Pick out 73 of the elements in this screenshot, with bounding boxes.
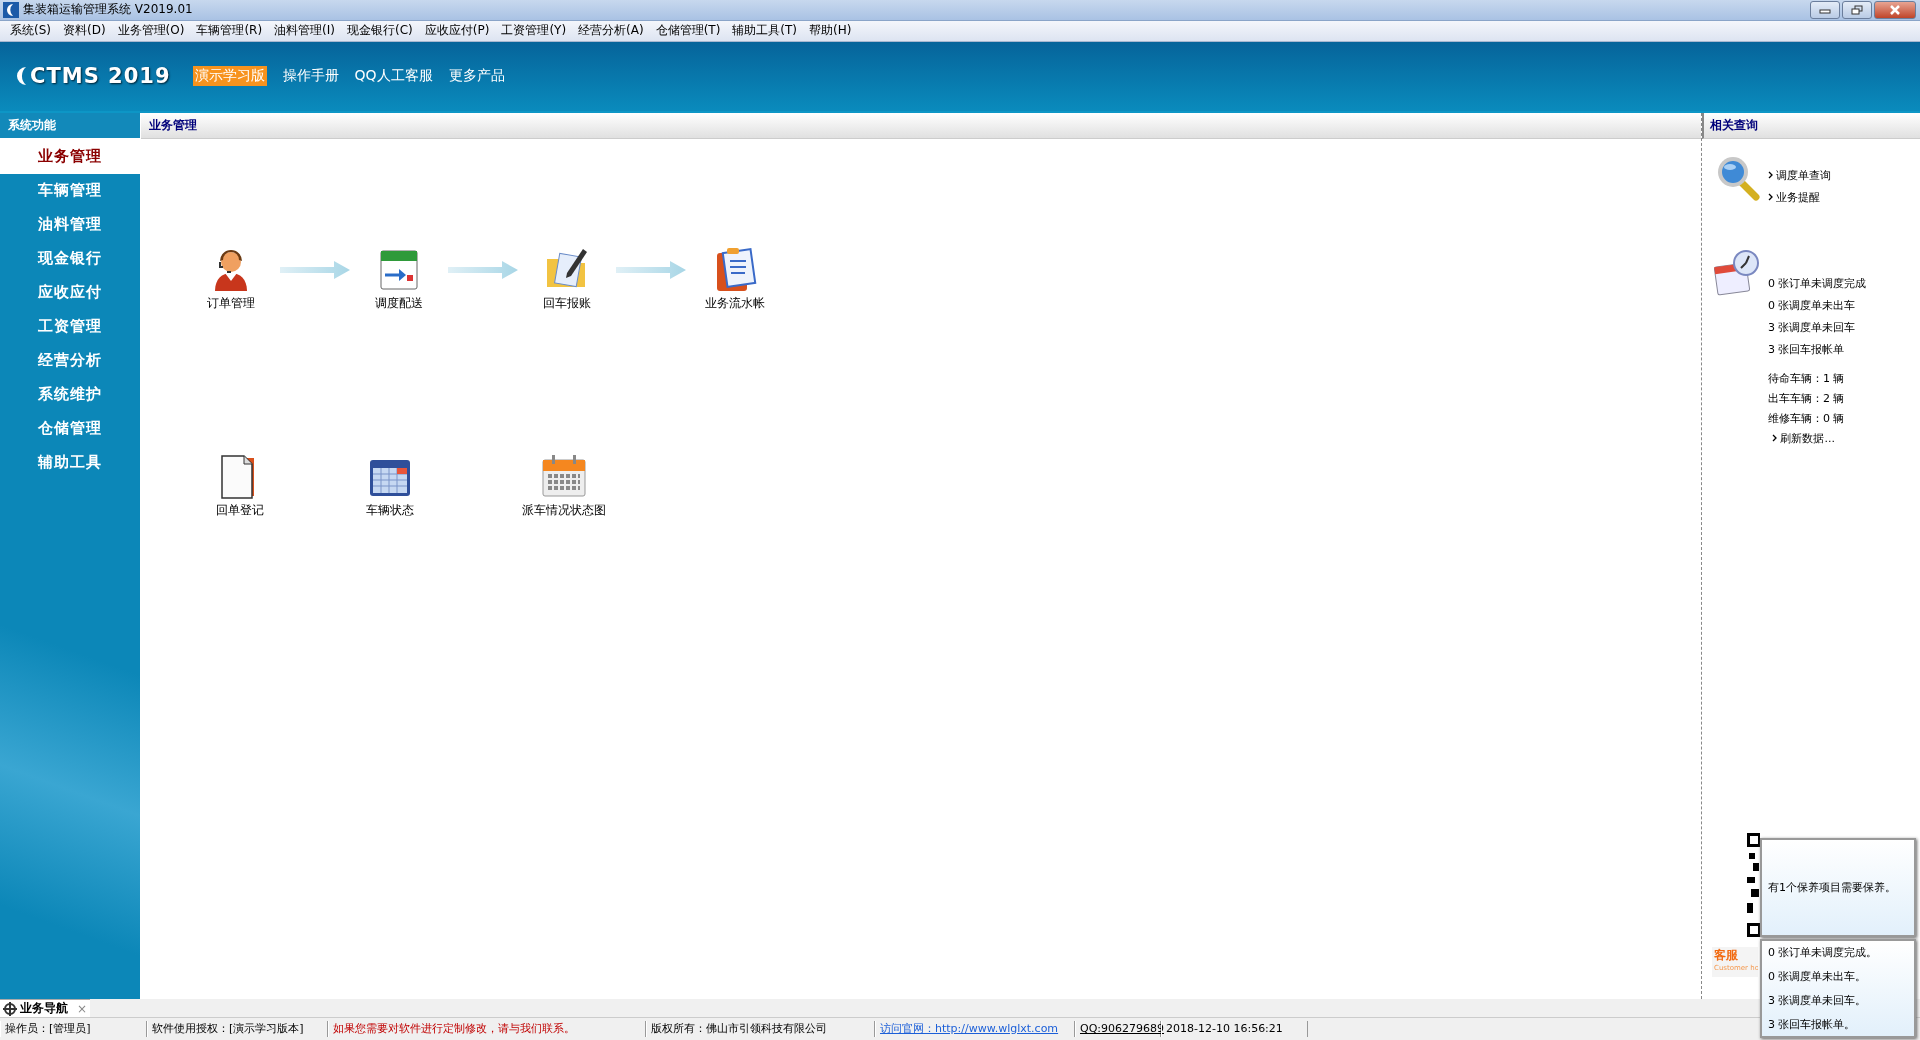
sidebar-item[interactable]: 油料管理: [0, 207, 140, 242]
navigation-tab[interactable]: 业务导航 ×: [0, 999, 90, 1017]
module-label[interactable]: 派车情况状态图: [522, 501, 606, 519]
sidebar-item[interactable]: 现金银行: [0, 241, 140, 276]
reminder-text: 0 张订单未调度完成: [1768, 275, 1867, 292]
notification-text: 0 张订单未调度完成。: [1768, 944, 1879, 961]
chevron-icon: [1772, 433, 1777, 442]
module-label[interactable]: 车辆状态: [366, 501, 414, 519]
menu-item[interactable]: 现金银行(C): [341, 22, 419, 40]
calendar-clock-icon: [1714, 248, 1762, 297]
status-text: 操作员：[管理员]: [0, 1021, 147, 1037]
reminder-text: 3 张回车报帐单: [1768, 341, 1846, 358]
notification-text: 有1个保养项目需要保养。: [1768, 879, 1897, 896]
sidebar-item[interactable]: 系统维护: [0, 377, 140, 412]
menu-item[interactable]: 应收应付(P): [418, 22, 496, 40]
menu-item[interactable]: 系统(S): [4, 22, 57, 40]
reminder-text: 0 张调度单未出车: [1768, 297, 1857, 314]
sidebar-item[interactable]: 工资管理: [0, 309, 140, 344]
close-icon[interactable]: ×: [77, 1001, 88, 1016]
menu-item[interactable]: 业务管理(O): [111, 22, 191, 40]
restore-icon: [1851, 4, 1863, 15]
close-button[interactable]: [1874, 0, 1916, 19]
sidebar-item[interactable]: 应收应付: [0, 275, 140, 310]
module-label[interactable]: 业务流水帐: [705, 294, 765, 312]
chevron-icon: [1768, 170, 1773, 179]
vehicle-count: 出车车辆：2 辆: [1768, 390, 1846, 407]
window-title: 集装箱运输管理系统 V2019.01: [23, 1, 193, 19]
sidebar-item[interactable]: 辅助工具: [0, 445, 140, 480]
app-logo-icon: [3, 1, 19, 18]
sidebar-item[interactable]: 车辆管理: [0, 173, 140, 208]
refresh-link[interactable]: 刷新数据...: [1768, 428, 1867, 449]
logo-text: CTMS 2019: [30, 64, 171, 89]
module-label[interactable]: 调度配送: [375, 294, 423, 312]
panel-title: 相关查询: [1702, 112, 1920, 139]
menu-item[interactable]: 经营分析(A): [572, 22, 650, 40]
menu-item[interactable]: 帮助(H): [803, 22, 858, 40]
status-text: 2018-12-10 16:56:21: [1161, 1021, 1308, 1037]
query-link[interactable]: 调度单查询: [1768, 164, 1832, 187]
vehicle-count: 维修车辆：0 辆: [1768, 410, 1846, 427]
menu-item[interactable]: 工资管理(Y): [495, 22, 573, 40]
menu-item[interactable]: 油料管理(I): [268, 22, 341, 40]
panel-title: 系统功能: [0, 112, 140, 140]
sidebar-item[interactable]: 经营分析: [0, 343, 140, 378]
status-text: 版权所有：佛山市引领科技有限公司: [646, 1021, 875, 1037]
status-text: 软件使用授权：[演示学习版本]: [147, 1021, 328, 1037]
minimize-button[interactable]: [1810, 0, 1840, 19]
menu-item[interactable]: 仓储管理(T): [649, 22, 727, 40]
reminder-text: 3 张调度单未回车: [1768, 319, 1857, 336]
website-link[interactable]: 访问官网：http://www.wlglxt.com: [875, 1021, 1075, 1037]
notification-text: 0 张调度单未出车。: [1768, 968, 1868, 985]
edition-badge: 演示学习版: [192, 66, 267, 87]
sidebar-item[interactable]: 业务管理: [0, 139, 140, 174]
menu-item[interactable]: 车辆管理(R): [190, 22, 269, 40]
chevron-icon: [1768, 192, 1773, 201]
header-link[interactable]: QQ人工客服: [354, 67, 433, 86]
header-link[interactable]: 操作手册: [282, 67, 339, 86]
arrow-icon: [280, 260, 350, 279]
menu-item[interactable]: 资料(D): [57, 22, 112, 40]
notification-text: 3 张回车报帐单。: [1768, 1016, 1857, 1033]
arrow-icon: [616, 260, 686, 279]
restore-button[interactable]: [1842, 0, 1872, 19]
module-label[interactable]: 订单管理: [207, 294, 255, 312]
module-label[interactable]: 回单登记: [216, 501, 264, 519]
vehicle-count: 待命车辆：1 辆: [1768, 370, 1846, 387]
tab-label: 业务导航: [20, 1000, 68, 1017]
module-label[interactable]: 回车报账: [543, 294, 591, 312]
query-link[interactable]: 业务提醒: [1768, 186, 1832, 209]
notification-text: 3 张调度单未回车。: [1768, 992, 1868, 1009]
status-message: 如果您需要对软件进行定制修改，请与我们联系。: [328, 1021, 646, 1037]
sidebar-item[interactable]: 仓储管理: [0, 411, 140, 446]
arrow-icon: [448, 260, 518, 279]
header-link[interactable]: 更多产品: [448, 67, 505, 86]
menu-item[interactable]: 辅助工具(T): [726, 22, 804, 40]
